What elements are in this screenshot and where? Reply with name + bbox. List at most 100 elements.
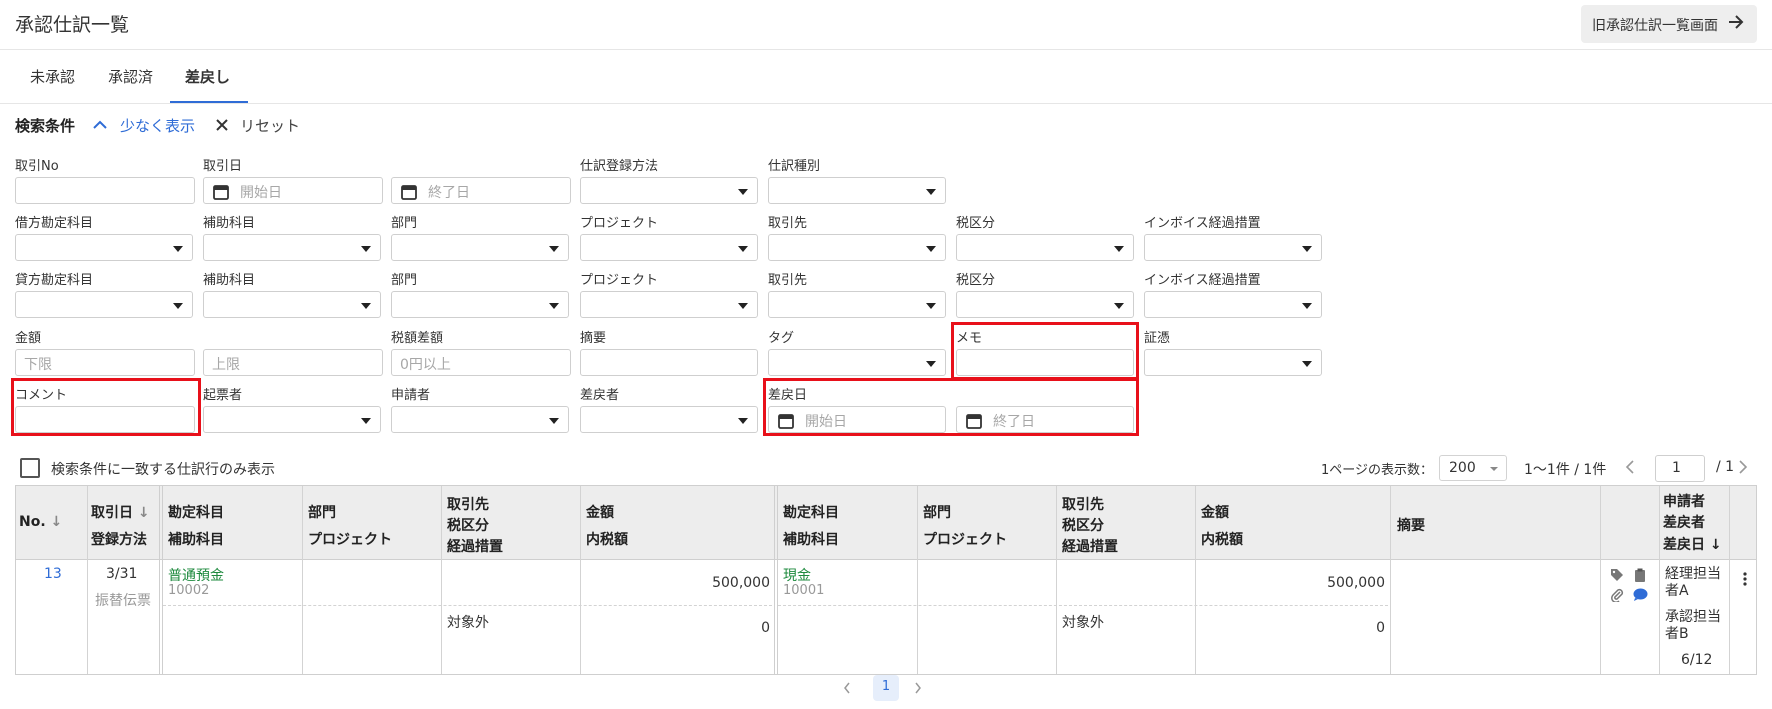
dropdown-caret-icon: [1302, 361, 1312, 367]
chevron-right-icon[interactable]: [1738, 460, 1748, 474]
memo-highlight: [951, 322, 1139, 380]
comment-icon[interactable]: [1633, 588, 1648, 602]
returner-select[interactable]: [580, 406, 758, 433]
debit-account-label: 借方勘定科目: [15, 216, 94, 231]
tab-returned[interactable]: 差戻し: [185, 66, 230, 87]
dropdown-caret-icon: [173, 246, 183, 252]
tax-diff-input[interactable]: 0円以上: [391, 349, 571, 376]
evidence-select[interactable]: [1144, 349, 1322, 376]
entry-type-select[interactable]: [768, 177, 946, 204]
per-page-label: 1ページの表示数：: [1321, 463, 1434, 478]
chevron-right-icon[interactable]: [914, 682, 922, 694]
dropdown-caret-icon: [361, 303, 371, 309]
debit-department-select[interactable]: [391, 234, 569, 261]
col-sep: [1195, 486, 1196, 674]
chevron-left-icon[interactable]: [1625, 460, 1635, 474]
creator-label: 起票者: [203, 388, 243, 403]
dropdown-caret-icon: [549, 418, 559, 424]
header-return-date[interactable]: 差戻日 ↓: [1663, 534, 1722, 554]
only-matching-checkbox[interactable]: [20, 458, 40, 478]
debit-invoice-select[interactable]: [1144, 234, 1322, 261]
search-conditions-title: 検索条件: [15, 117, 76, 135]
txn-no-input[interactable]: [15, 177, 195, 204]
header-no[interactable]: No. ↓: [19, 514, 62, 530]
summary-input[interactable]: [580, 349, 758, 376]
header-debit-proj: プロジェクト: [308, 532, 392, 548]
credit-invoice-select[interactable]: [1144, 291, 1322, 318]
header-applicant: 申請者: [1663, 494, 1705, 510]
col-sep: [87, 486, 88, 674]
page-input[interactable]: 1: [1655, 455, 1705, 482]
header-credit-trans: 経過措置: [1062, 539, 1118, 555]
tab-unapproved[interactable]: 未承認: [30, 66, 75, 87]
debit-sub-account-select[interactable]: [203, 234, 381, 261]
old-list-button-label: 旧承認仕訳一覧画面: [1592, 18, 1718, 34]
table-header: [16, 486, 1756, 560]
header-debit-partner: 取引先: [447, 497, 489, 513]
credit-department-select[interactable]: [391, 291, 569, 318]
applicant-select[interactable]: [391, 406, 569, 433]
debit-invoice-label: インボイス経過措置: [1144, 216, 1261, 231]
header-method: 登録方法: [91, 532, 147, 548]
tax-diff-label: 税額差額: [391, 331, 444, 346]
old-list-button[interactable]: 旧承認仕訳一覧画面: [1581, 5, 1757, 43]
tag-select[interactable]: [768, 349, 946, 376]
dropdown-caret-icon: [926, 246, 936, 252]
chevron-left-icon[interactable]: [843, 682, 851, 694]
col-sep: [441, 486, 442, 674]
txn-date-start-placeholder: 開始日: [240, 185, 282, 201]
dropdown-caret-icon: [1114, 246, 1124, 252]
more-vertical-icon[interactable]: [1743, 572, 1747, 586]
clipboard-icon[interactable]: [1634, 568, 1646, 582]
header-credit-dept: 部門: [923, 505, 951, 521]
debit-tax-select[interactable]: [956, 234, 1134, 261]
row-no-link[interactable]: 13: [44, 566, 62, 582]
credit-tax-select[interactable]: [956, 291, 1134, 318]
creator-select[interactable]: [203, 406, 381, 433]
txn-date-end-input[interactable]: 終了日: [391, 177, 571, 204]
per-page-select[interactable]: 200: [1439, 455, 1507, 481]
paperclip-icon[interactable]: [1610, 588, 1624, 602]
tab-approved[interactable]: 承認済: [108, 66, 153, 87]
dropdown-caret-icon: [738, 303, 748, 309]
col-sep-double: [774, 486, 778, 674]
page-1-button[interactable]: 1: [873, 675, 899, 701]
header-credit-tax: 税区分: [1062, 518, 1104, 534]
header-date[interactable]: 取引日 ↓: [91, 502, 150, 522]
dropdown-caret-icon: [926, 189, 936, 195]
header-debit-dept: 部門: [308, 505, 336, 521]
reg-method-select[interactable]: [580, 177, 758, 204]
amount-lower-input[interactable]: 下限: [15, 349, 195, 376]
row-credit-account: 現金: [783, 568, 811, 584]
debit-project-select[interactable]: [580, 234, 758, 261]
debit-partner-select[interactable]: [768, 234, 946, 261]
credit-partner-select[interactable]: [768, 291, 946, 318]
credit-project-select[interactable]: [580, 291, 758, 318]
dropdown-caret-icon: [738, 189, 748, 195]
calendar-icon: [213, 185, 229, 200]
txn-date-start-input[interactable]: 開始日: [203, 177, 383, 204]
col-sep: [917, 486, 918, 674]
row-method: 振替伝票: [95, 593, 151, 609]
tag-icon[interactable]: [1610, 568, 1624, 582]
dropdown-caret-icon: [926, 361, 936, 367]
show-less-button[interactable]: 少なく表示: [92, 115, 195, 136]
row-debit-amount: 500,000: [712, 575, 770, 591]
header-debit-amount: 金額: [586, 505, 614, 521]
header-credit-proj: プロジェクト: [923, 532, 1007, 548]
debit-tax-label: 税区分: [956, 216, 996, 231]
dropdown-caret-icon: [738, 418, 748, 424]
debit-account-select[interactable]: [15, 234, 193, 261]
page-title: 承認仕訳一覧: [15, 14, 130, 36]
reset-button[interactable]: リセット: [215, 115, 300, 136]
header-debit-account: 勘定科目: [168, 505, 224, 521]
amount-label: 金額: [15, 331, 42, 346]
credit-sub-account-select[interactable]: [203, 291, 381, 318]
credit-account-select[interactable]: [15, 291, 193, 318]
row-return-date: 6/12: [1681, 652, 1713, 668]
debit-partner-label: 取引先: [768, 216, 808, 231]
applicant-label: 申請者: [391, 388, 431, 403]
amount-upper-input[interactable]: 上限: [203, 349, 383, 376]
dropdown-caret-icon: [926, 303, 936, 309]
tab-bar: 未承認 承認済 差戻し: [0, 50, 1772, 104]
